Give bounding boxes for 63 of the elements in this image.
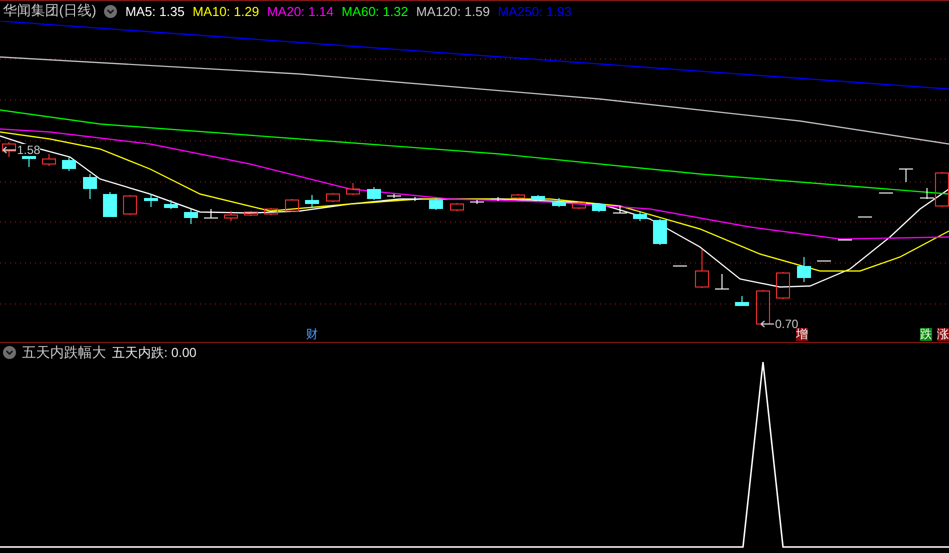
candlestick xyxy=(83,174,97,200)
candlestick xyxy=(386,194,402,199)
candlestick xyxy=(244,210,258,217)
candlestick xyxy=(264,208,278,216)
chart-title: 华闻集团(日线) xyxy=(3,2,96,20)
candlestick xyxy=(103,192,117,218)
moving-average-value: MA60: 1.32 xyxy=(342,4,408,19)
moving-average-value: MA10: 1.29 xyxy=(192,4,260,19)
candlestick xyxy=(123,194,137,216)
candlestick xyxy=(42,154,56,167)
moving-average-value: MA120: 1.59 xyxy=(416,4,490,19)
dropdown-icon[interactable] xyxy=(104,4,118,18)
candlestick xyxy=(2,142,16,158)
price-label: 0.70 xyxy=(775,318,798,330)
moving-average-value: MA20: 1.14 xyxy=(267,4,334,19)
candlestick xyxy=(898,168,914,183)
candlestick xyxy=(204,208,218,219)
candlestick xyxy=(490,196,506,202)
candlestick xyxy=(838,240,852,241)
candlestick xyxy=(144,194,158,208)
candlestick xyxy=(326,192,340,203)
dropdown-icon[interactable] xyxy=(3,346,16,360)
candlestick xyxy=(285,198,299,213)
event-badge: 增 xyxy=(796,328,808,342)
event-label: 财 xyxy=(306,328,318,342)
candlestick xyxy=(797,256,811,283)
candlestick xyxy=(612,206,628,214)
indicator-reading: 五天内跌: 0.00 xyxy=(112,344,197,362)
candlestick xyxy=(633,210,647,222)
candlestick xyxy=(346,182,360,196)
candlestick xyxy=(878,192,894,194)
event-badge: 涨 xyxy=(937,328,949,342)
candlestick xyxy=(653,218,667,246)
candlestick xyxy=(714,274,730,290)
left-arrow-icon xyxy=(2,146,16,154)
candlestick xyxy=(164,200,178,210)
candlestick xyxy=(531,194,545,202)
candlestick xyxy=(816,260,832,262)
event-badge: 跌 xyxy=(920,328,932,342)
moving-average-value: MA5: 1.35 xyxy=(125,4,185,19)
indicator-title: 五天内跌幅大 xyxy=(22,344,106,362)
candlestick xyxy=(450,202,464,212)
candlestick xyxy=(776,272,790,300)
candlestick xyxy=(470,200,484,205)
candlestick xyxy=(858,216,872,218)
candlestick xyxy=(756,290,770,326)
candlestick xyxy=(592,202,606,213)
left-arrow-icon xyxy=(760,320,774,328)
candlestick xyxy=(511,194,525,200)
candlestick xyxy=(305,194,319,208)
candlestick xyxy=(672,266,688,267)
moving-average-value: MA250: 1.93 xyxy=(498,4,572,19)
candlestick xyxy=(572,202,586,210)
candlestick xyxy=(735,296,749,306)
price-label: 1.58 xyxy=(17,144,40,156)
candlestick xyxy=(552,198,566,208)
candlestick xyxy=(224,210,238,222)
candlestick xyxy=(367,186,381,201)
candlestick xyxy=(184,208,198,225)
candlestick xyxy=(62,156,76,172)
candlestick xyxy=(695,248,709,289)
candlestick xyxy=(429,198,443,211)
candlestick xyxy=(408,196,422,202)
